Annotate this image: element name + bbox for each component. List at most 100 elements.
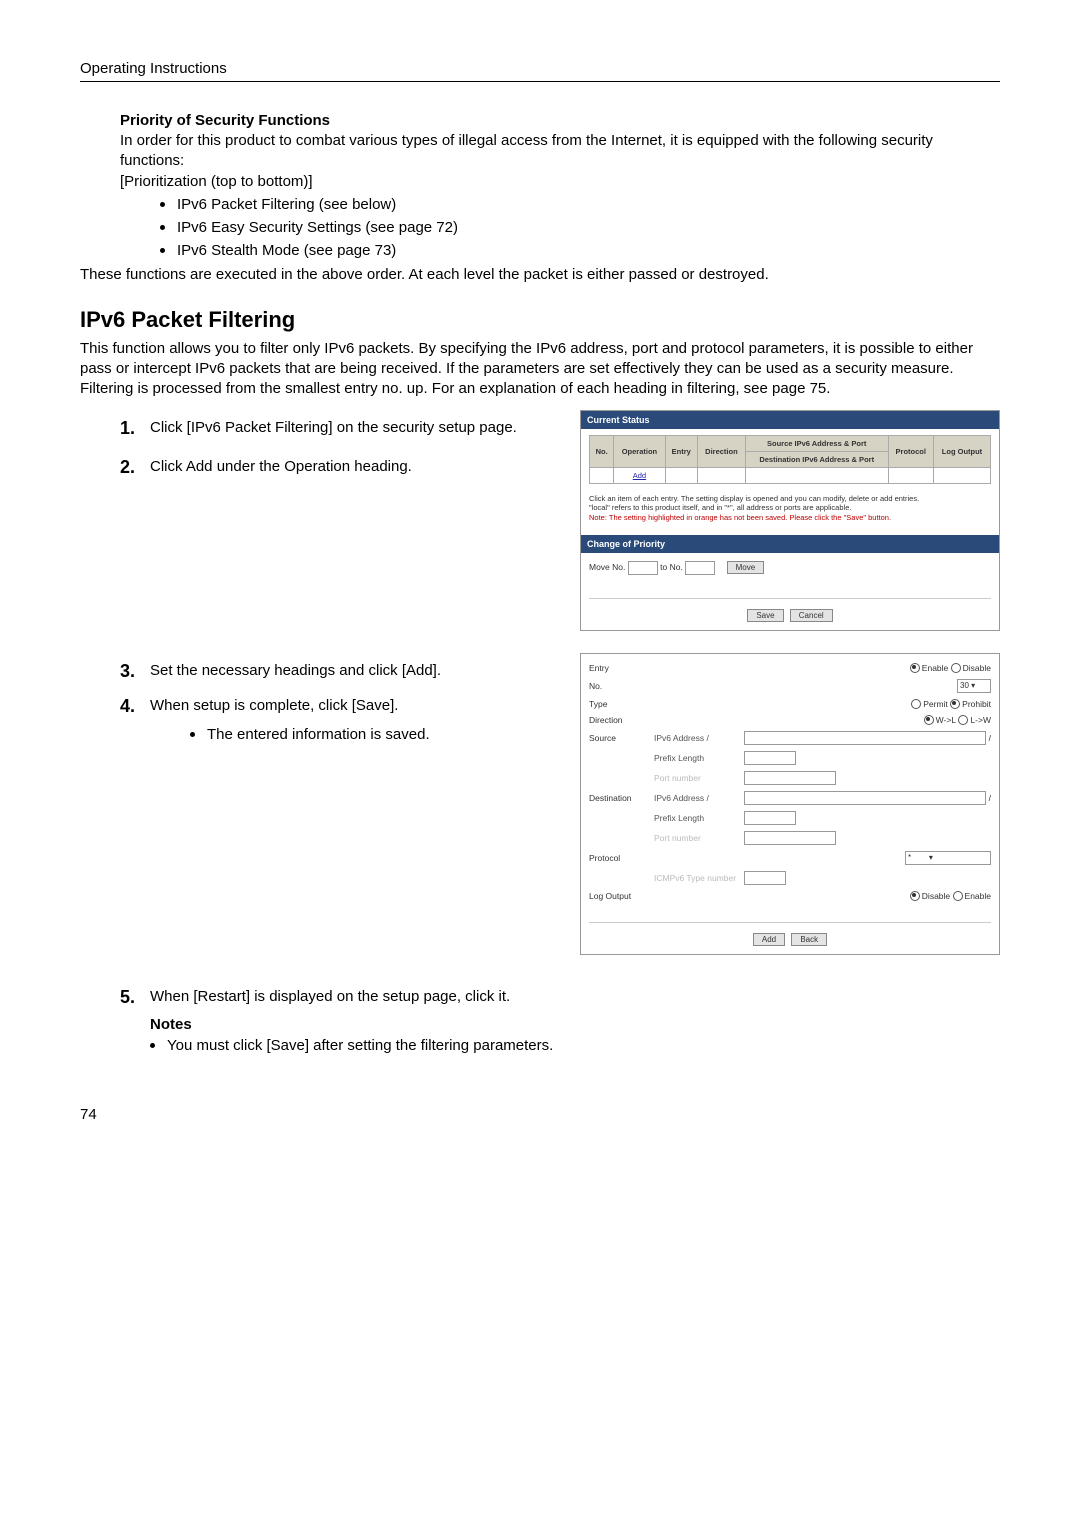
shot2-dst-prefix-input[interactable] — [744, 811, 796, 825]
shot2-entry-disable-label: Disable — [963, 663, 991, 673]
priority-bullet-2: IPv6 Easy Security Settings (see page 72… — [160, 218, 1000, 238]
shot1-note-line1: Click an item of each entry. The setting… — [589, 494, 919, 503]
shot2-back-button[interactable]: Back — [791, 933, 827, 946]
screenshot-add-entry: Entry Enable Disable No. 30 ▾ Type Permit… — [580, 653, 1000, 955]
shot2-dst-addr-label: IPv6 Address / — [654, 793, 744, 803]
shot1-add-link[interactable]: Add — [633, 471, 646, 480]
shot2-direction-label: Direction — [589, 715, 654, 725]
priority-para2: [Prioritization (top to bottom)] — [120, 172, 1000, 192]
priority-para3: These functions are executed in the abov… — [80, 265, 1000, 285]
filtering-title: IPv6 Packet Filtering — [80, 307, 1000, 333]
shot1-th-direction: Direction — [698, 435, 746, 467]
shot2-logoutput-label: Log Output — [589, 891, 654, 901]
shot1-note-red: Note: The setting highlighted in orange … — [589, 513, 891, 522]
step-4-num: 4. — [120, 696, 150, 717]
shot2-type-prohibit-radio[interactable] — [950, 699, 960, 709]
shot1-move-to-input[interactable] — [685, 561, 715, 575]
shot2-src-addr-label: IPv6 Address / — [654, 733, 744, 743]
step-1-num: 1. — [120, 418, 150, 439]
running-head: Operating Instructions — [80, 60, 1000, 77]
shot2-dir-wl-radio[interactable] — [924, 715, 934, 725]
shot1-note-line2: "local" refers to this product itself, a… — [589, 503, 851, 512]
shot1-save-button[interactable]: Save — [747, 609, 783, 622]
shot2-log-disable-radio[interactable] — [910, 891, 920, 901]
step-3-num: 3. — [120, 661, 150, 682]
step-1-text: Click [IPv6 Packet Filtering] on the sec… — [150, 418, 517, 438]
shot1-th-dst: Destination IPv6 Address & Port — [745, 451, 888, 467]
screenshot-current-status: Current Status No. Operation Entry Direc… — [580, 410, 1000, 631]
page-number: 74 — [80, 1106, 1000, 1123]
filtering-intro: This function allows you to filter only … — [80, 339, 1000, 400]
shot1-to-no-label: to No. — [660, 562, 683, 572]
shot2-log-disable-label: Disable — [922, 891, 950, 901]
shot1-move-button[interactable]: Move — [727, 561, 765, 574]
shot1-th-no: No. — [590, 435, 614, 467]
shot2-src-addr-input[interactable] — [744, 731, 986, 745]
shot2-dst-port-input[interactable] — [744, 831, 836, 845]
shot1-move-from-input[interactable] — [628, 561, 658, 575]
priority-bullet-3-text: IPv6 Stealth Mode (see page 73) — [177, 241, 396, 261]
shot1-move-no-label: Move No. — [589, 562, 625, 572]
step-4-bullet-text: The entered information is saved. — [207, 725, 430, 745]
priority-bullet-1-text: IPv6 Packet Filtering (see below) — [177, 195, 396, 215]
shot1-th-entry: Entry — [665, 435, 697, 467]
shot2-dst-prefix-label: Prefix Length — [654, 813, 744, 823]
shot2-no-label: No. — [589, 681, 654, 691]
shot1-table: No. Operation Entry Direction Source IPv… — [589, 435, 991, 484]
shot2-src-port-input[interactable] — [744, 771, 836, 785]
shot2-add-button[interactable]: Add — [753, 933, 785, 946]
shot1-cancel-button[interactable]: Cancel — [790, 609, 833, 622]
step-5-text: When [Restart] is displayed on the setup… — [150, 987, 510, 1007]
shot2-protocol-select[interactable]: * ▾ — [905, 851, 991, 865]
shot2-log-enable-radio[interactable] — [953, 891, 963, 901]
step-2-text: Click Add under the Operation heading. — [150, 457, 412, 477]
shot2-entry-enable-radio[interactable] — [910, 663, 920, 673]
shot2-entry-enable-label: Enable — [922, 663, 948, 673]
shot2-src-prefix-input[interactable] — [744, 751, 796, 765]
shot1-th-operation: Operation — [614, 435, 665, 467]
notes-bullet: You must click [Save] after setting the … — [150, 1036, 1000, 1056]
priority-heading: Priority of Security Functions — [120, 112, 1000, 129]
notes-bullet-text: You must click [Save] after setting the … — [167, 1036, 553, 1056]
step-3: 3. Set the necessary headings and click … — [120, 661, 560, 682]
priority-para1: In order for this product to combat vari… — [120, 131, 1000, 172]
shot2-type-prohibit-label: Prohibit — [962, 699, 991, 709]
shot2-type-permit-label: Permit — [923, 699, 948, 709]
shot2-source-label: Source — [589, 733, 654, 743]
shot2-type-label: Type — [589, 699, 654, 709]
shot2-icmp-label: ICMPv6 Type number — [654, 873, 744, 883]
shot2-protocol-label: Protocol — [589, 853, 654, 863]
shot1-th-src: Source IPv6 Address & Port — [745, 435, 888, 451]
shot1-bar-current: Current Status — [581, 411, 999, 429]
step-2-num: 2. — [120, 457, 150, 478]
shot2-src-prefix-label: Prefix Length — [654, 753, 744, 763]
step-3-text: Set the necessary headings and click [Ad… — [150, 661, 441, 681]
notes-heading: Notes — [150, 1016, 1000, 1033]
shot2-no-select[interactable]: 30 ▾ — [957, 679, 991, 693]
shot2-dst-port-label: Port number — [654, 833, 744, 843]
shot2-entry-disable-radio[interactable] — [951, 663, 961, 673]
shot2-log-enable-label: Enable — [965, 891, 991, 901]
step-5: 5. When [Restart] is displayed on the se… — [120, 987, 1000, 1008]
shot1-th-log: Log Output — [933, 435, 990, 467]
priority-bullet-3: IPv6 Stealth Mode (see page 73) — [160, 241, 1000, 261]
shot2-type-permit-radio[interactable] — [911, 699, 921, 709]
step-4-text: When setup is complete, click [Save]. — [150, 696, 398, 716]
priority-bullet-1: IPv6 Packet Filtering (see below) — [160, 195, 1000, 215]
shot2-dir-wl-label: W->L — [936, 715, 956, 725]
shot2-dest-label: Destination — [589, 793, 654, 803]
header-rule — [80, 81, 1000, 82]
shot2-dir-lw-radio[interactable] — [958, 715, 968, 725]
shot2-icmp-input[interactable] — [744, 871, 786, 885]
shot2-entry-label: Entry — [589, 663, 654, 673]
shot2-src-port-label: Port number — [654, 773, 744, 783]
step-1: 1. Click [IPv6 Packet Filtering] on the … — [120, 418, 560, 439]
shot2-dir-lw-label: L->W — [970, 715, 991, 725]
shot1-th-protocol: Protocol — [888, 435, 933, 467]
shot1-bar-change: Change of Priority — [581, 535, 999, 553]
priority-bullet-2-text: IPv6 Easy Security Settings (see page 72… — [177, 218, 458, 238]
shot1-note: Click an item of each entry. The setting… — [589, 494, 991, 523]
shot2-dst-addr-input[interactable] — [744, 791, 986, 805]
step-4: 4. When setup is complete, click [Save]. — [120, 696, 560, 717]
step-2: 2. Click Add under the Operation heading… — [120, 457, 560, 478]
